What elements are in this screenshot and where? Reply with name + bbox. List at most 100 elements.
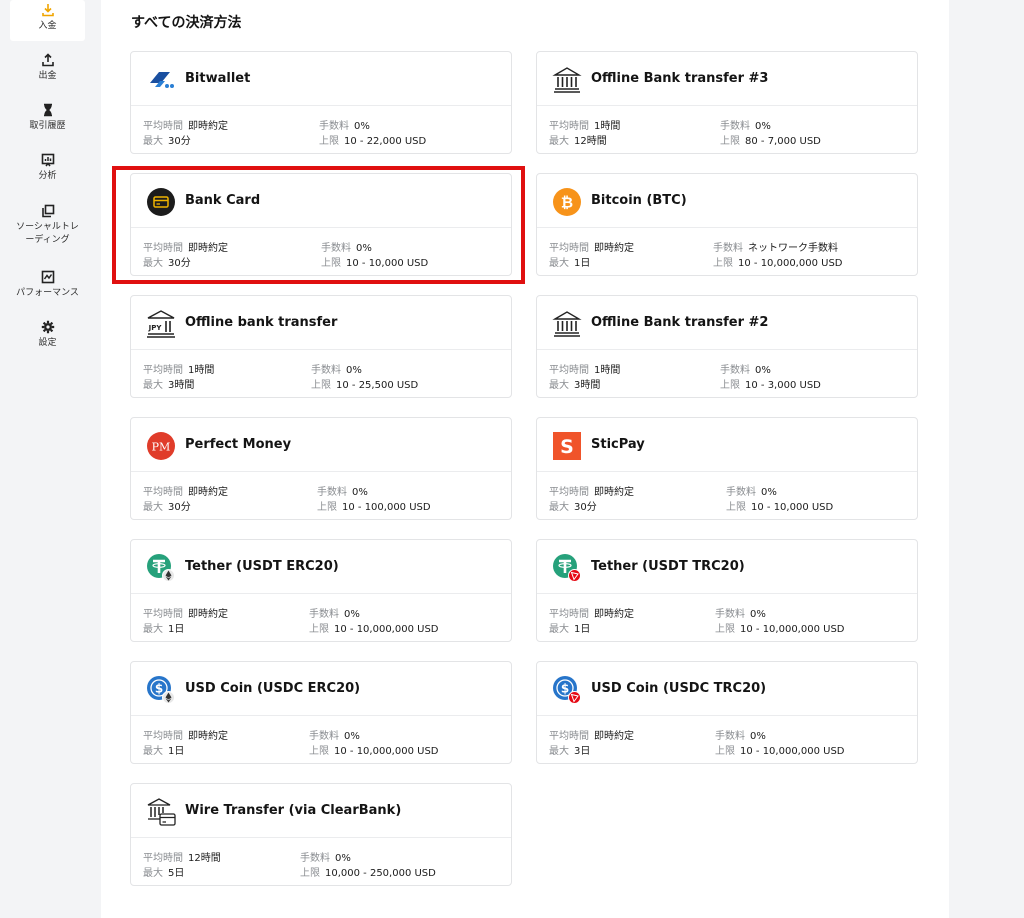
max-label: 最大 xyxy=(549,380,569,391)
method-name: SticPay xyxy=(591,437,645,452)
time-label: 平均時間 xyxy=(549,609,589,620)
limit-value: 80 - 7,000 USD xyxy=(745,136,821,147)
bank-icon xyxy=(552,65,582,95)
time-label: 平均時間 xyxy=(143,731,183,742)
time-label: 平均時間 xyxy=(549,365,589,376)
max-label: 最大 xyxy=(549,624,569,635)
fee-value: 0% xyxy=(761,487,777,498)
payment-card-tether-erc20[interactable]: Tether (USDT ERC20) 平均時間 即時約定 手数料 0% 最大 1日 上限… xyxy=(130,539,512,642)
fee-value: 0% xyxy=(335,853,351,864)
limit-value: 10 - 10,000,000 USD xyxy=(738,258,843,269)
limit-label: 上限 xyxy=(300,868,320,879)
card-header: Wire Transfer (via ClearBank) xyxy=(131,784,511,838)
time-label: 平均時間 xyxy=(143,243,183,254)
max-value: 3時間 xyxy=(168,380,195,391)
gear-icon xyxy=(41,320,54,334)
payment-card-wire-transfer[interactable]: Wire Transfer (via ClearBank) 平均時間 12時間 手数… xyxy=(130,783,512,886)
method-name: Bank Card xyxy=(185,193,261,208)
max-value: 30分 xyxy=(168,258,191,269)
fee-label: 手数料 xyxy=(720,365,750,376)
sidebar-item-performance[interactable]: パフォーマンス xyxy=(10,270,85,300)
sidebar-item-history[interactable]: 取引履歴 xyxy=(10,103,85,133)
limit-label: 上限 xyxy=(726,502,746,513)
payment-card-usdc-erc20[interactable]: $ USD Coin (USDC ERC20) 平均時間 即時約定 手数料 0% 最大… xyxy=(130,661,512,764)
max-value: 1日 xyxy=(574,258,591,269)
fee-label: 手数料 xyxy=(300,853,330,864)
bank-icon xyxy=(552,309,582,339)
fee-value: 0% xyxy=(755,365,771,376)
max-label: 最大 xyxy=(143,502,163,513)
time-label: 平均時間 xyxy=(143,121,183,132)
jpy-bank-icon: JPY xyxy=(146,309,176,339)
limit-label: 上限 xyxy=(715,746,735,757)
fee-value: 0% xyxy=(354,121,370,132)
fee-label: 手数料 xyxy=(309,609,339,620)
payment-card-perfect-money[interactable]: PM Perfect Money 平均時間 即時約定 手数料 0% 最大 30分 上限 10… xyxy=(130,417,512,520)
sticpay-icon-label: S xyxy=(560,436,574,458)
max-value: 1日 xyxy=(168,746,185,757)
perfect-money-icon: PM xyxy=(146,431,176,461)
payment-card-bank-card[interactable]: Bank Card 平均時間 即時約定 手数料 0% 最大 30分 上限 10 - 10,0… xyxy=(130,173,512,276)
method-name: Wire Transfer (via ClearBank) xyxy=(185,803,402,818)
limit-value: 10 - 3,000 USD xyxy=(745,380,821,391)
time-value: 1時間 xyxy=(594,121,621,132)
sidebar-item-label: 設定 xyxy=(38,338,57,348)
time-label: 平均時間 xyxy=(549,731,589,742)
limit-label: 上限 xyxy=(321,258,341,269)
payment-card-bitcoin[interactable]: ₿ Bitcoin (BTC) 平均時間 即時約定 手数料 ネットワーク手数料 最大 1… xyxy=(536,173,918,276)
card-header: $ USD Coin (USDC TRC20) xyxy=(537,662,917,716)
perfect-money-icon-label: PM xyxy=(152,441,171,454)
max-label: 最大 xyxy=(143,868,163,879)
max-label: 最大 xyxy=(143,624,163,635)
max-label: 最大 xyxy=(549,746,569,757)
wire-transfer-icon xyxy=(146,797,176,827)
method-name: Offline bank transfer xyxy=(185,315,338,330)
limit-value: 10 - 10,000,000 USD xyxy=(740,624,845,635)
sidebar-item-label: 取引履歴 xyxy=(29,121,66,131)
payment-card-bitwallet[interactable]: Bitwallet 平均時間 即時約定 手数料 0% 最大 30分 上限 10 - 22,0… xyxy=(130,51,512,154)
time-value: 即時約定 xyxy=(594,243,634,254)
svg-text:₿: ₿ xyxy=(561,194,573,212)
time-label: 平均時間 xyxy=(143,365,183,376)
card-header: Offline Bank transfer #3 xyxy=(537,52,917,106)
tether-trc20-icon xyxy=(552,553,582,583)
max-value: 1日 xyxy=(574,624,591,635)
limit-value: 10 - 100,000 USD xyxy=(342,502,431,513)
max-value: 5日 xyxy=(168,868,185,879)
method-name: Perfect Money xyxy=(185,437,292,452)
payment-card-offline-bank-2[interactable]: Offline Bank transfer #2 平均時間 1時間 手数料 0% 最大… xyxy=(536,295,918,398)
chart-icon xyxy=(41,153,54,167)
time-label: 平均時間 xyxy=(143,853,183,864)
card-header: Tether (USDT TRC20) xyxy=(537,540,917,594)
sidebar-item-social-trading[interactable]: ソーシャルトレーディング xyxy=(10,204,85,247)
svg-text:$: $ xyxy=(561,682,569,696)
limit-label: 上限 xyxy=(713,258,733,269)
limit-label: 上限 xyxy=(309,624,329,635)
page-title: すべての決済方法 xyxy=(131,15,242,31)
payment-card-offline-bank-jpy[interactable]: JPY Offline bank transfer 平均時間 1時間 手数料 0% 最… xyxy=(130,295,512,398)
time-value: 即時約定 xyxy=(594,731,634,742)
payment-card-usdc-trc20[interactable]: $ USD Coin (USDC TRC20) 平均時間 即時約定 手数料 0% 最大… xyxy=(536,661,918,764)
fee-value: 0% xyxy=(750,609,766,620)
max-label: 最大 xyxy=(143,746,163,757)
payment-card-tether-trc20[interactable]: Tether (USDT TRC20) 平均時間 即時約定 手数料 0% 最大 1日 上限… xyxy=(536,539,918,642)
sidebar-item-withdraw[interactable]: 出金 xyxy=(10,53,85,83)
time-value: 1時間 xyxy=(188,365,215,376)
sidebar-item-settings[interactable]: 設定 xyxy=(10,320,85,350)
bank-card-icon xyxy=(146,187,176,217)
max-value: 30分 xyxy=(574,502,597,513)
bitcoin-icon: ₿ xyxy=(552,187,582,217)
payment-card-sticpay[interactable]: S SticPay 平均時間 即時約定 手数料 0% 最大 30分 上限 10 - 10,0… xyxy=(536,417,918,520)
payment-card-offline-bank-3[interactable]: Offline Bank transfer #3 平均時間 1時間 手数料 0% 最大… xyxy=(536,51,918,154)
time-value: 即時約定 xyxy=(188,243,228,254)
fee-value: 0% xyxy=(755,121,771,132)
card-header: Bitwallet xyxy=(131,52,511,106)
svg-text:$: $ xyxy=(155,682,163,696)
sidebar-item-analytics[interactable]: 分析 xyxy=(10,153,85,183)
limit-value: 10 - 10,000,000 USD xyxy=(334,746,439,757)
max-value: 3日 xyxy=(574,746,591,757)
sidebar-item-label: 分析 xyxy=(38,171,57,181)
limit-value: 10,000 - 250,000 USD xyxy=(325,868,436,879)
upload-icon xyxy=(41,53,54,67)
sidebar-item-deposit[interactable]: 入金 xyxy=(10,0,85,41)
